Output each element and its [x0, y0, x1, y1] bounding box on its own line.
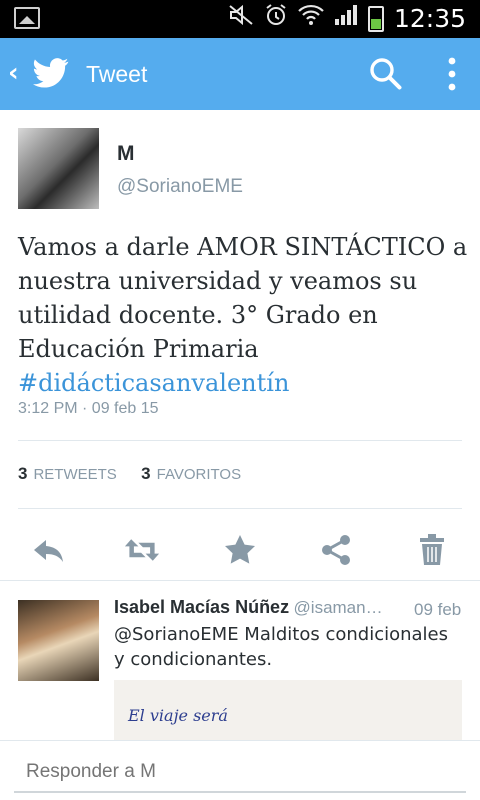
tweet-detail: M @SorianoEME Vamos a darle AMOR SINTÁCT… — [0, 110, 480, 740]
delete-icon[interactable] — [414, 532, 450, 568]
retweets-count: 3 — [18, 464, 28, 483]
favorite-icon[interactable] — [222, 532, 258, 568]
author-handle[interactable]: @SorianoEME — [117, 176, 243, 198]
appbar-title: Tweet — [86, 61, 148, 87]
tweet-actions — [0, 520, 480, 580]
reply-text: @SorianoEME Malditos condicionales y con… — [114, 624, 448, 670]
tweet-text: Vamos a darle AMOR SINTÁCTICO a nuestra … — [18, 230, 468, 400]
hashtag-link[interactable]: #didácticasanvalentín — [18, 369, 289, 397]
reply-composer — [0, 740, 480, 800]
divider — [18, 508, 462, 509]
alarm-icon — [264, 3, 288, 35]
battery-icon — [367, 6, 384, 32]
author-name[interactable]: M — [117, 142, 135, 166]
divider — [0, 580, 480, 581]
twitter-bird-icon[interactable] — [33, 57, 69, 89]
reply-author-name[interactable]: Isabel Macías Núñez — [114, 597, 289, 617]
app-bar: ‹ Tweet — [0, 38, 480, 110]
mute-icon — [228, 4, 254, 34]
signal-icon — [334, 4, 358, 34]
retweets-label: RETWEETS — [33, 466, 117, 483]
tweet-timestamp: 3:12 PM · 09 feb 15 — [18, 400, 159, 417]
reply-author-avatar[interactable] — [18, 600, 99, 681]
media-handwriting: El viaje será — [128, 706, 228, 725]
favorites-stat[interactable]: 3 FAVORITOS — [141, 464, 242, 483]
favorites-count: 3 — [141, 464, 151, 483]
overflow-menu-icon[interactable] — [442, 54, 462, 94]
author-avatar[interactable] — [18, 128, 99, 209]
retweet-icon[interactable] — [124, 532, 160, 568]
reply-input[interactable] — [14, 753, 466, 793]
wifi-icon — [298, 4, 324, 34]
reply-media[interactable]: El viaje será — [114, 680, 462, 740]
retweets-stat[interactable]: 3 RETWEETS — [18, 464, 117, 483]
back-icon[interactable]: ‹ — [8, 56, 19, 90]
share-icon[interactable] — [318, 532, 354, 568]
divider — [18, 440, 462, 441]
reply-author-handle[interactable]: @isaman… — [294, 598, 383, 617]
status-bar: 12:35 — [0, 0, 480, 38]
reply-icon[interactable] — [30, 532, 66, 568]
tweet-stats: 3 RETWEETS 3 FAVORITOS — [18, 464, 241, 484]
gallery-icon — [14, 7, 40, 29]
status-icons: 12:35 — [228, 4, 466, 34]
clock: 12:35 — [393, 4, 466, 33]
search-icon[interactable] — [368, 56, 404, 92]
reply-date: 09 feb — [414, 600, 462, 619]
favorites-label: FAVORITOS — [156, 466, 242, 483]
tweet-body: Vamos a darle AMOR SINTÁCTICO a nuestra … — [18, 233, 468, 363]
reply-header: Isabel Macías Núñez @isaman… — [114, 597, 464, 618]
